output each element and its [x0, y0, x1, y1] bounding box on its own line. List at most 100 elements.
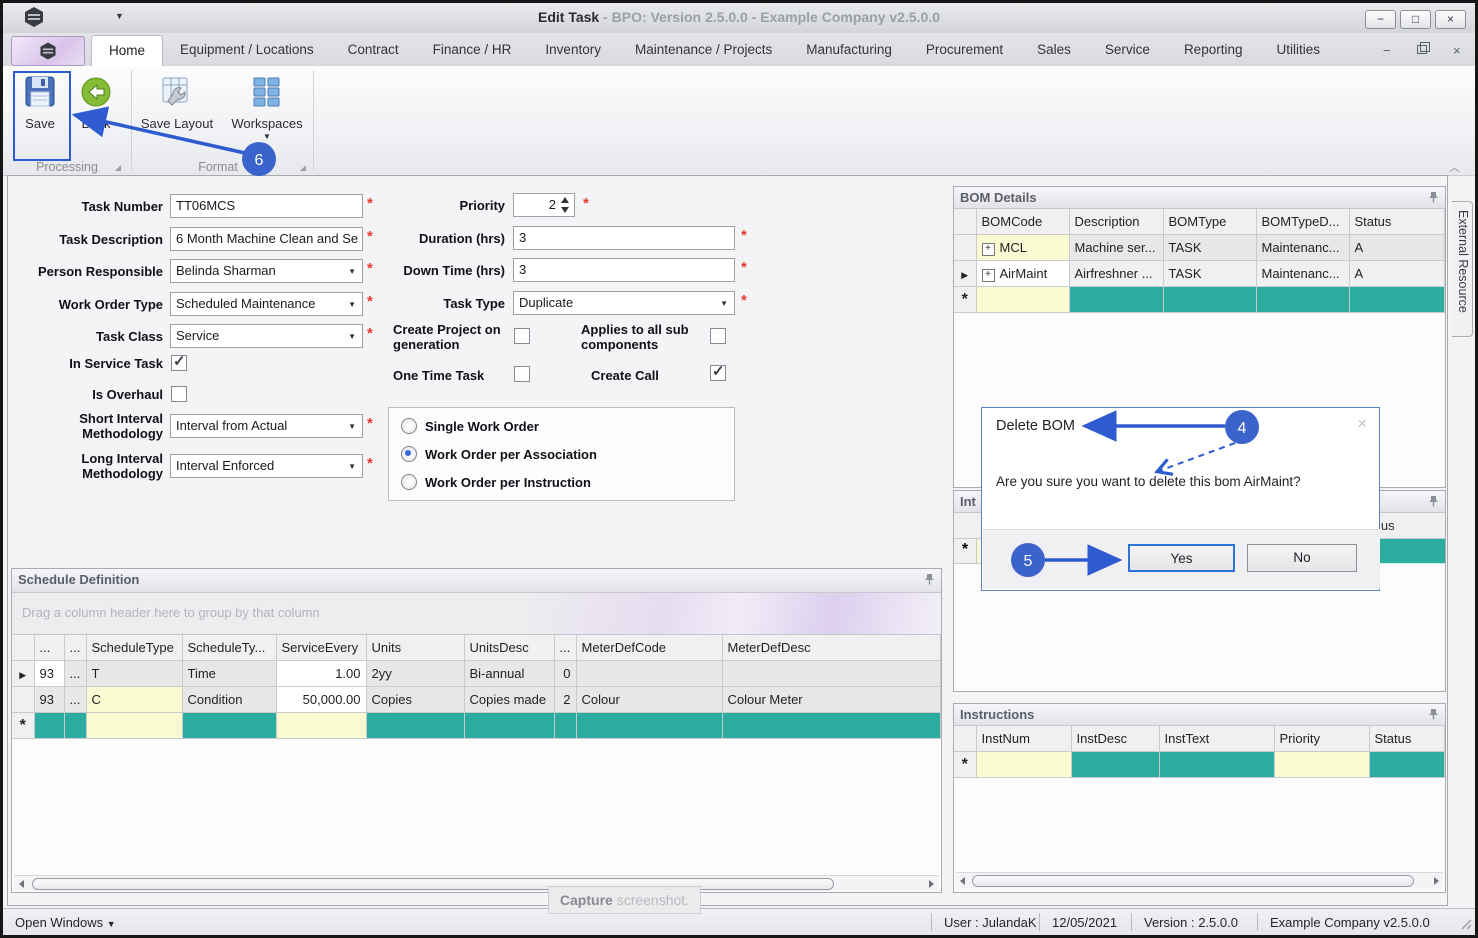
one-time-task-checkbox[interactable] [514, 366, 530, 382]
tab-home[interactable]: Home [91, 35, 164, 66]
save-layout-button[interactable]: Save Layout [139, 74, 215, 131]
tab-procurement[interactable]: Procurement [909, 35, 1020, 66]
tab-service[interactable]: Service [1088, 35, 1167, 66]
spinner-up-icon[interactable] [561, 197, 569, 203]
workspaces-button[interactable]: Workspaces ▼ [229, 74, 305, 141]
dialog-close-icon[interactable]: × [1357, 414, 1367, 434]
pin-icon[interactable] [924, 573, 935, 588]
tab-contract[interactable]: Contract [331, 35, 416, 66]
save-highlight-frame [13, 71, 71, 161]
expand-icon[interactable]: + [981, 242, 995, 256]
tab-reporting[interactable]: Reporting [1167, 35, 1260, 66]
long-interval-methodology-select[interactable]: Interval Enforced ▼ [170, 454, 363, 478]
group-processing-label: Processing [36, 160, 98, 174]
workspaces-grid-icon [253, 77, 280, 107]
format-dialog-launcher-icon[interactable] [300, 165, 306, 171]
tab-finance-hr[interactable]: Finance / HR [416, 35, 529, 66]
check-icon: ✓ [712, 363, 725, 380]
create-project-checkbox[interactable] [514, 328, 530, 344]
maximize-button[interactable]: □ [1400, 10, 1431, 29]
tab-maintenance-projects[interactable]: Maintenance / Projects [618, 35, 789, 66]
scroll-right-icon[interactable] [1434, 877, 1439, 885]
tab-sales[interactable]: Sales [1020, 35, 1088, 66]
short-interval-methodology-label: Short Interval Methodology [79, 411, 163, 441]
pin-icon[interactable] [1428, 495, 1439, 510]
radio-icon [401, 474, 417, 490]
task-type-select[interactable]: Duplicate ▼ [513, 291, 735, 315]
dialog-footer: Yes No [983, 529, 1380, 589]
tab-manufacturing[interactable]: Manufacturing [789, 35, 909, 66]
required-star: * [367, 415, 373, 432]
schedule-hscrollbar[interactable] [14, 875, 939, 891]
task-description-input[interactable]: 6 Month Machine Clean and Se [170, 227, 363, 251]
applies-sub-components-checkbox[interactable] [710, 328, 726, 344]
create-call-label: Create Call [591, 368, 659, 383]
bom-grid[interactable]: BOMCode Description BOMType BOMTypeD... Stat… [954, 209, 1445, 313]
status-user: User : JulandaK [944, 915, 1037, 930]
processing-dialog-launcher-icon[interactable] [115, 165, 121, 171]
back-button[interactable]: Back [71, 74, 121, 131]
in-service-task-checkbox[interactable]: ✓ [171, 353, 187, 371]
application-menu-button[interactable] [11, 36, 85, 66]
new-row-icon: * [961, 756, 968, 773]
tab-inventory[interactable]: Inventory [528, 35, 618, 66]
resize-grip-icon[interactable] [1459, 917, 1472, 933]
status-date: 12/05/2021 [1052, 915, 1118, 930]
in-service-task-label: In Service Task [69, 356, 163, 371]
group-by-bar[interactable]: Drag a column header here to group by th… [12, 593, 941, 635]
scroll-left-icon[interactable] [19, 880, 24, 888]
work-order-type-select[interactable]: Scheduled Maintenance ▼ [170, 292, 363, 316]
is-overhaul-checkbox[interactable] [171, 386, 187, 402]
down-time-input[interactable]: 3 [513, 258, 735, 282]
capture-screenshot-overlay: Capture screenshot. [548, 886, 701, 914]
is-overhaul-label: Is Overhaul [92, 387, 163, 402]
new-row-icon: * [19, 717, 26, 734]
person-responsible-select[interactable]: Belinda Sharman ▼ [170, 259, 363, 283]
table-row[interactable]: ▶ 93... T Time 1.00 2yy Bi-annual 0 [12, 660, 941, 687]
table-row[interactable]: 93... C Condition 50,000.00 Copies Copies mad… [12, 686, 941, 713]
table-row[interactable]: ▶ + AirMaint Airfreshner ... TASK Maintenanc.… [954, 260, 1445, 287]
work-order-mode-groupbox: Single Work Order Work Order per Associa… [388, 407, 735, 501]
new-row[interactable]: * [12, 712, 941, 739]
priority-label: Priority [459, 198, 505, 213]
new-row[interactable]: * [954, 751, 1445, 778]
mdi-close-icon[interactable]: × [1453, 44, 1461, 57]
mdi-restore-icon[interactable] [1417, 42, 1430, 54]
instructions-panel: Instructions InstNum InstDesc InstText Prio… [953, 703, 1446, 893]
required-star: * [583, 195, 589, 212]
ribbon-collapse-icon[interactable]: ︿ [1449, 159, 1460, 175]
expand-icon[interactable]: + [981, 268, 995, 282]
single-work-order-option[interactable]: Single Work Order [401, 418, 539, 434]
close-button[interactable]: × [1435, 10, 1466, 29]
schedule-definition-panel: Schedule Definition Drag a column header… [11, 568, 942, 893]
tab-equipment-locations[interactable]: Equipment / Locations [163, 35, 331, 66]
scroll-right-icon[interactable] [929, 880, 934, 888]
open-windows-button[interactable]: Open Windows ▼ [15, 915, 116, 930]
task-class-label: Task Class [96, 329, 163, 344]
long-interval-methodology-label: Long Interval Methodology [81, 451, 163, 481]
workspaces-dropdown-icon[interactable]: ▼ [229, 132, 305, 141]
mdi-minimize-icon[interactable]: − [1383, 44, 1391, 57]
instructions-grid[interactable]: InstNum InstDesc InstText Priority Status * [954, 726, 1445, 778]
pin-icon[interactable] [1428, 191, 1439, 206]
new-row[interactable]: * [954, 286, 1445, 313]
work-order-per-instruction-option[interactable]: Work Order per Instruction [401, 474, 591, 490]
pin-icon[interactable] [1428, 708, 1439, 723]
task-number-input[interactable]: TT06MCS [170, 194, 363, 218]
work-order-per-association-option[interactable]: Work Order per Association [401, 446, 597, 462]
yes-button[interactable]: Yes [1128, 544, 1235, 572]
minimize-button[interactable]: − [1365, 10, 1396, 29]
scroll-left-icon[interactable] [960, 877, 965, 885]
create-call-checkbox[interactable]: ✓ [710, 363, 726, 381]
external-resource-tab[interactable]: External Resource [1452, 201, 1473, 337]
schedule-grid[interactable]: ...... ScheduleType ScheduleTy... ServiceEv… [12, 635, 941, 739]
app-window: ▼ Edit Task - BPO: Version 2.5.0.0 - Exa… [0, 0, 1478, 938]
instructions-hscrollbar[interactable] [956, 872, 1443, 888]
task-class-select[interactable]: Service ▼ [170, 324, 363, 348]
tab-utilities[interactable]: Utilities [1259, 35, 1337, 66]
no-button[interactable]: No [1247, 544, 1357, 572]
duration-input[interactable]: 3 [513, 226, 735, 250]
table-row[interactable]: + MCL Machine ser... TASK Maintenanc... A [954, 234, 1445, 261]
short-interval-methodology-select[interactable]: Interval from Actual ▼ [170, 414, 363, 438]
spinner-down-icon[interactable] [561, 207, 569, 213]
